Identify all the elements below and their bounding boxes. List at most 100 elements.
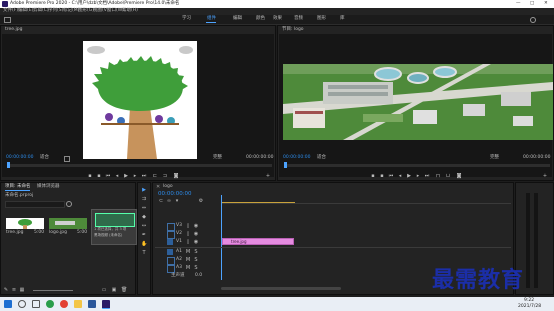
menu-clip[interactable]: 剪辑(C): [33, 8, 49, 14]
add-button-icon[interactable]: +: [542, 173, 548, 179]
timeline-h-scrollbar[interactable]: [221, 287, 341, 290]
track-source-patch[interactable]: [167, 239, 173, 245]
ripple-edit-icon[interactable]: ⇔: [141, 205, 147, 211]
word-icon[interactable]: [88, 300, 96, 308]
new-bin-icon[interactable]: ▭: [101, 287, 107, 293]
trash-icon[interactable]: 🗑: [121, 287, 127, 293]
search-icon[interactable]: [18, 300, 26, 308]
premiere-icon[interactable]: [102, 300, 110, 309]
snap-icon[interactable]: ⊂: [158, 198, 164, 204]
mark-out-icon[interactable]: ▪: [379, 173, 385, 179]
source-quality-dropdown[interactable]: 完整: [213, 155, 222, 161]
program-quality-dropdown[interactable]: 完整: [490, 155, 499, 161]
project-search-input[interactable]: [5, 201, 65, 208]
workspace-effects[interactable]: 效果: [273, 16, 282, 22]
track-source-patch[interactable]: [167, 249, 173, 255]
track-source-patch[interactable]: [167, 265, 175, 273]
lock-icon[interactable]: ▯: [185, 223, 191, 229]
maximize-button[interactable]: □: [530, 1, 534, 7]
insert-icon[interactable]: ⊏: [152, 173, 158, 179]
track-select-icon[interactable]: ⇉: [141, 196, 147, 202]
go-to-out-icon[interactable]: ⏭: [141, 173, 147, 179]
play-icon[interactable]: ▶: [406, 173, 412, 179]
master-value[interactable]: 0.0: [195, 273, 202, 279]
timeline-clip[interactable]: tree.jpg: [222, 238, 294, 245]
zoom-slider[interactable]: [33, 290, 73, 291]
program-timecode-left[interactable]: 00:00:00:00: [283, 155, 310, 161]
step-back-icon[interactable]: ◂: [397, 173, 403, 179]
step-back-icon[interactable]: ◂: [114, 173, 120, 179]
eye-icon[interactable]: ◉: [193, 239, 199, 245]
lock-icon[interactable]: ▯: [185, 231, 191, 237]
program-fit-dropdown[interactable]: 适合: [317, 155, 326, 161]
add-marker-icon[interactable]: ▾: [174, 198, 180, 204]
slip-tool-icon[interactable]: ↔: [141, 223, 147, 229]
menu-help[interactable]: 帮助(H): [122, 8, 138, 14]
task-view-icon[interactable]: [32, 300, 40, 308]
track-source-patch[interactable]: [167, 223, 175, 231]
source-timecode-left[interactable]: 00:00:00:00: [6, 155, 33, 161]
explorer-icon[interactable]: [74, 300, 82, 308]
go-to-in-icon[interactable]: ⏮: [388, 173, 394, 179]
menu-graphics[interactable]: 图形(G): [78, 8, 94, 14]
chrome-icon[interactable]: [60, 300, 68, 308]
minimize-button[interactable]: —: [516, 1, 521, 7]
source-playhead-icon[interactable]: [7, 162, 10, 168]
new-item-icon[interactable]: ▣: [111, 287, 117, 293]
selection-tool-icon[interactable]: ▶: [141, 187, 147, 193]
list-view-icon[interactable]: ≡: [11, 287, 17, 293]
menu-edit[interactable]: 编辑(E): [18, 8, 33, 14]
timeline-settings-icon[interactable]: ⚙: [198, 198, 204, 204]
linked-selection-icon[interactable]: ∞: [166, 198, 172, 204]
eye-icon[interactable]: ◉: [193, 223, 199, 229]
source-scrubber[interactable]: [7, 164, 272, 167]
program-scrubber[interactable]: [284, 164, 550, 167]
go-to-out-icon[interactable]: ⏭: [424, 173, 430, 179]
mark-out-icon[interactable]: ▪: [96, 173, 102, 179]
windows-start-icon[interactable]: [4, 300, 12, 308]
export-frame-icon[interactable]: ◙: [456, 173, 462, 179]
program-playhead-icon[interactable]: [284, 162, 287, 168]
source-monitor-tab[interactable]: tree.jpg: [5, 27, 22, 33]
close-icon[interactable]: ✕: [156, 184, 160, 190]
settings-wrench-icon[interactable]: [64, 156, 70, 162]
mark-in-icon[interactable]: ▪: [370, 173, 376, 179]
mute-icon[interactable]: M: [185, 249, 191, 255]
workspace-learn[interactable]: 学习: [182, 16, 191, 22]
solo-icon[interactable]: S: [193, 265, 199, 271]
track-source-patch[interactable]: [167, 231, 175, 239]
pencil-icon[interactable]: ✎: [3, 287, 9, 293]
workspace-editing[interactable]: 编辑: [233, 16, 242, 22]
mark-in-icon[interactable]: ▪: [87, 173, 93, 179]
pen-tool-icon[interactable]: ✒: [141, 232, 147, 238]
play-icon[interactable]: ▶: [123, 173, 129, 179]
project-item-logo[interactable]: logo.jpg 5:00: [49, 218, 87, 236]
lock-icon[interactable]: ▯: [185, 239, 191, 245]
workspace-graphics[interactable]: 图形: [317, 16, 326, 22]
source-fit-dropdown[interactable]: 适合: [40, 155, 49, 161]
workspace-color[interactable]: 颜色: [256, 16, 265, 22]
razor-tool-icon[interactable]: ◆: [141, 214, 147, 220]
eye-icon[interactable]: ◉: [193, 231, 199, 237]
close-button[interactable]: ✕: [544, 1, 548, 7]
step-forward-icon[interactable]: ▸: [132, 173, 138, 179]
solo-icon[interactable]: S: [193, 257, 199, 263]
overwrite-icon[interactable]: ⊐: [162, 173, 168, 179]
media-browser-tab[interactable]: 媒体浏览器: [37, 184, 60, 190]
track-source-patch[interactable]: [167, 257, 175, 265]
export-frame-icon[interactable]: ◙: [173, 173, 179, 179]
type-tool-icon[interactable]: T: [141, 250, 147, 256]
extract-icon[interactable]: ⊔: [445, 173, 451, 179]
menu-sequence[interactable]: 序列(S): [48, 8, 63, 14]
add-button-icon[interactable]: +: [265, 173, 271, 179]
program-monitor-tab[interactable]: 节目: logo: [282, 27, 304, 33]
icon-view-icon[interactable]: ▦: [19, 287, 25, 293]
hand-tool-icon[interactable]: ✋: [141, 241, 147, 247]
go-to-in-icon[interactable]: ⏮: [105, 173, 111, 179]
home-icon[interactable]: [4, 17, 11, 23]
work-area-bar[interactable]: [221, 202, 295, 203]
timeline-tab[interactable]: logo: [163, 184, 173, 190]
mute-icon[interactable]: M: [185, 257, 191, 263]
search-icon[interactable]: [66, 201, 72, 207]
workspace-audio[interactable]: 音频: [294, 16, 303, 22]
